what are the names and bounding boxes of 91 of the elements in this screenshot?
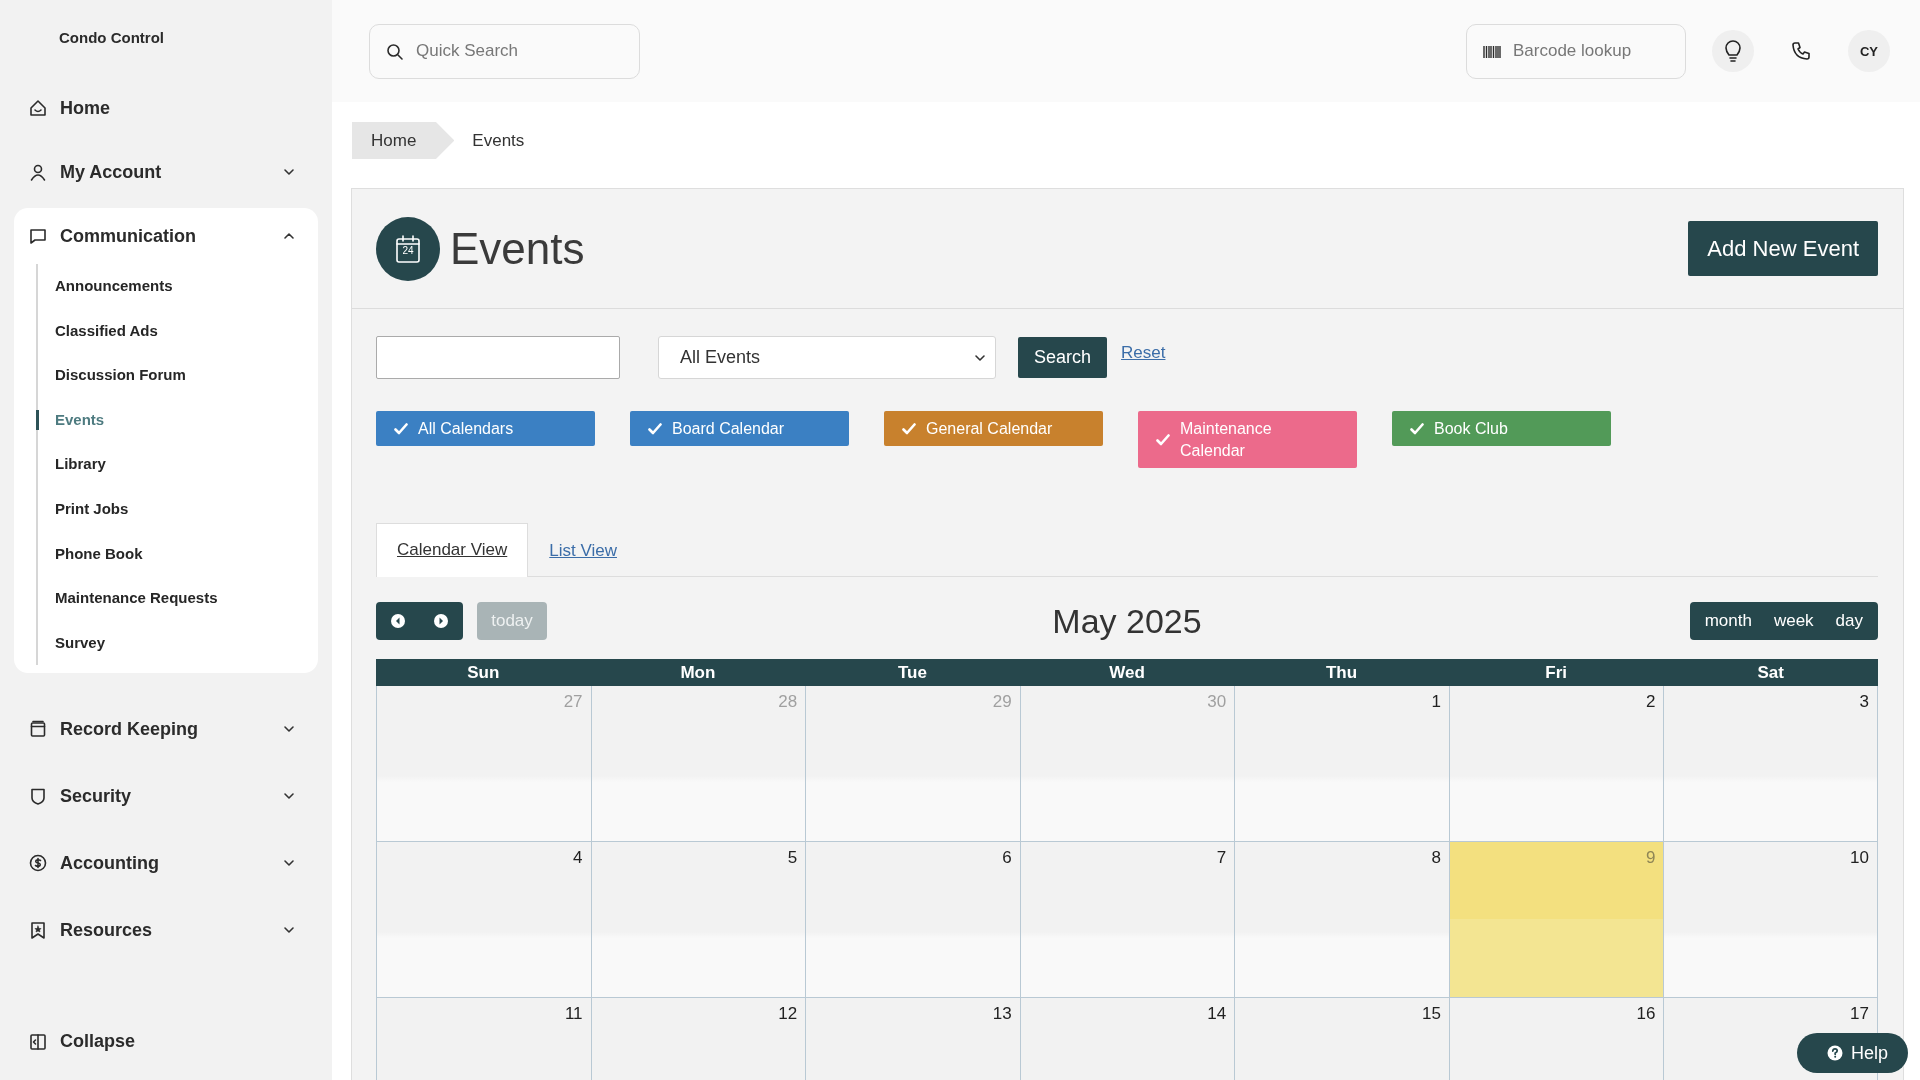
day-number: 1 [1431,692,1441,712]
day-number: 17 [1850,1004,1869,1024]
view-tab[interactable]: List View [528,524,638,577]
lightbulb-icon [1722,39,1744,63]
brand-name: Condo Control [58,28,165,48]
weekday-header: Sat [1663,659,1878,686]
day-number: 14 [1207,1004,1227,1024]
sidebar-item[interactable]: Security [14,768,318,825]
day-number: 11 [564,1004,583,1024]
chat-bubble-icon [28,226,48,246]
day-cell[interactable]: 7 [1019,842,1235,998]
day-cell[interactable]: 4 [376,842,591,998]
sidebar-item[interactable]: Accounting [14,835,318,892]
breadcrumb-link[interactable]: Events [454,122,543,159]
day-number: 29 [992,692,1012,712]
help-button[interactable]: Help [1796,1033,1908,1073]
calendar-view-button[interactable]: day [1824,602,1874,640]
day-number: 2 [1645,692,1656,712]
lightbulb-button[interactable] [1712,30,1754,72]
day-number: 7 [1216,848,1227,868]
day-cell[interactable]: 5 [590,842,806,998]
day-cell[interactable]: 3 [1663,686,1878,842]
weekday-header: Sun [376,659,591,686]
day-number: 4 [573,848,583,868]
sidebar-subitem[interactable]: Survey [36,620,318,666]
day-number: 15 [1421,1004,1441,1024]
day-number: 27 [563,692,583,712]
sidebar-subitem[interactable]: Events [36,410,318,431]
user-avatar[interactable]: CY [1848,30,1890,72]
calendar-page-drawing [395,233,421,264]
sidebar-item[interactable]: Resources [14,902,318,959]
phone-icon [1790,40,1812,62]
day-number: 9 [1645,848,1656,868]
question-circle-icon [1826,1045,1843,1061]
day-number: 10 [1850,848,1869,868]
calendar-icon: 24 [376,216,440,281]
day-cell[interactable]: 6 [805,842,1020,998]
person-icon [28,162,48,182]
sidebar-subitem[interactable]: Library [36,442,318,487]
collapse-button[interactable]: Collapse [14,1031,318,1052]
dollar-circle-icon [28,853,48,874]
add-event-button[interactable]: Add New Event [1688,221,1878,276]
sidebar-item[interactable]: Home [14,80,318,136]
calendar-filter-toggle[interactable]: Board Calendar [630,411,849,446]
day-number: 30 [1207,692,1227,712]
day-cell[interactable]: 8 [1234,842,1449,998]
calendar-view-button[interactable]: month [1693,602,1763,640]
weekday-header: Fri [1448,659,1664,686]
breadcrumb-link[interactable]: Home [352,122,455,159]
day-number: 3 [1859,692,1869,712]
weekday-header: Wed [1019,659,1235,686]
view-tab[interactable]: Calendar View [376,523,529,577]
search-icon [385,41,405,62]
sidebar-subitem[interactable]: Announcements [36,264,318,309]
day-number: 12 [778,1004,798,1024]
day-number: 28 [778,692,798,712]
day-cell[interactable]: 1 [1234,686,1449,842]
barcode-icon [1482,43,1502,60]
sidebar-subitem[interactable]: Phone Book [36,531,318,577]
weekday-header: Tue [805,659,1020,686]
quick-search-field[interactable]: Quick Search [369,23,640,79]
reset-link[interactable]: Reset [1121,343,1166,363]
search-button[interactable]: Search [1018,337,1108,378]
day-cell[interactable]: 10 [1663,842,1878,998]
day-cell[interactable]: 2 [1448,686,1664,842]
weekday-header: Thu [1234,659,1449,686]
sidebar-subitem[interactable]: Maintenance Requests [36,576,318,621]
sidebar-subitem[interactable]: Classified Ads [36,308,318,354]
house-icon [28,98,48,118]
day-number: 6 [1002,848,1012,868]
star-bookmark-icon [28,920,48,941]
day-number: 13 [992,1004,1012,1024]
shield-icon [28,786,48,807]
sidebar-subitem[interactable]: Discussion Forum [36,353,318,398]
weekday-header: Mon [590,659,806,686]
event-type-dropdown[interactable]: All Events [658,336,996,379]
calendar-view-button[interactable]: week [1762,602,1825,640]
search-input[interactable] [376,336,620,379]
sidebar-item[interactable]: My Account [14,144,318,200]
day-number: 5 [787,848,798,868]
barcode-lookup-field[interactable]: Barcode lookup [1466,23,1686,79]
calendar-title: May 2025 [1052,601,1202,641]
page-title: Events [450,223,585,274]
sidebar-item[interactable]: Record Keeping [14,701,318,758]
book-icon [28,719,48,740]
calendar-filter-toggle[interactable]: All Calendars [376,411,595,446]
panel-collapse-icon [28,1031,48,1052]
sidebar-item[interactable]: Communication [14,208,318,264]
sidebar-subitem[interactable]: Print Jobs [36,486,318,532]
day-number: 16 [1636,1004,1656,1024]
day-number: 8 [1431,848,1441,868]
